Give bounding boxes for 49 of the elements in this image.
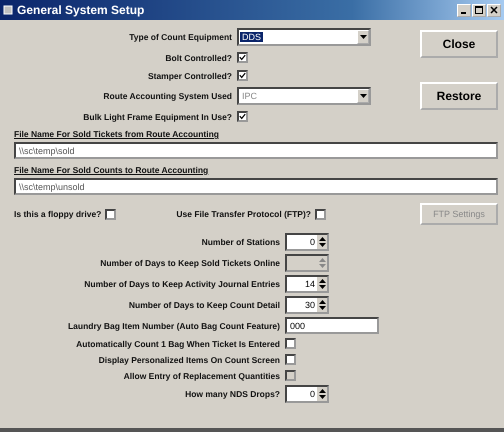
spin-arrows-icon xyxy=(318,387,326,401)
field-label: Allow Entry of Replacement Quantities xyxy=(122,370,280,380)
checkbox[interactable] xyxy=(105,208,116,220)
spin-box[interactable]: 0 xyxy=(285,385,329,403)
field-label: Use File Transfer Protocol (FTP)? xyxy=(176,209,311,219)
field-label: Display Personalized Items On Count Screen xyxy=(98,354,280,364)
window-title: General System Setup xyxy=(17,3,144,17)
field-label: Bolt Controlled? xyxy=(164,52,232,62)
spin-arrows-icon xyxy=(318,256,326,270)
checkbox[interactable] xyxy=(285,338,296,349)
dialog-button[interactable]: Restore xyxy=(420,82,498,110)
field-label: Laundry Bag Item Number (Auto Bag Count Feature) xyxy=(66,320,280,330)
field-label: Stamper Controlled? xyxy=(146,70,232,80)
maximize-button[interactable] xyxy=(472,4,486,16)
spin-arrows-icon xyxy=(318,277,326,291)
close-icon xyxy=(490,6,498,14)
spin-arrows-icon xyxy=(318,235,326,249)
field-label: How many NDS Drops? xyxy=(184,389,280,399)
checkbox[interactable] xyxy=(285,354,296,365)
spin-box[interactable]: 14 xyxy=(285,275,329,293)
file-name-field[interactable]: \\sc\temp\unsold xyxy=(14,178,498,195)
window-icon xyxy=(3,5,13,15)
checkbox[interactable] xyxy=(237,70,248,81)
field-label: Number of Days to Keep Count Detail xyxy=(128,300,280,310)
field-label: File Name For Sold Tickets from Route Accounting xyxy=(14,129,220,139)
field-label: Route Accounting System Used xyxy=(102,91,232,101)
field-label: Number of Days to Keep Sold Tickets Online xyxy=(99,258,280,268)
field-label: Number of Days to Keep Activity Journal Entries xyxy=(83,279,280,289)
field-label: Automatically Count 1 Bag When Ticket Is Entered xyxy=(75,338,280,348)
dropdown-arrow-icon xyxy=(360,35,366,39)
dropdown-arrow-icon xyxy=(360,94,366,98)
text-field[interactable]: 000 xyxy=(285,317,379,334)
checkbox[interactable] xyxy=(237,52,248,63)
close-button[interactable] xyxy=(487,4,501,16)
file-name-field[interactable]: \\sc\temp\sold xyxy=(14,142,498,159)
spin-arrows-icon xyxy=(318,298,326,312)
field-label: Number of Stations xyxy=(200,237,280,247)
dropdown[interactable]: DDS xyxy=(237,28,371,46)
field-label: Type of Count Equipment xyxy=(128,32,232,42)
field-label: Is this a floppy drive? xyxy=(14,209,102,219)
dialog-button[interactable]: Close xyxy=(420,30,498,58)
field-label: File Name For Sold Counts to Route Accounting xyxy=(14,165,210,175)
spin-box[interactable]: 0 xyxy=(285,233,329,251)
checkbox[interactable] xyxy=(237,111,248,122)
spin-box[interactable]: 30 xyxy=(285,296,329,314)
checkbox[interactable] xyxy=(315,208,326,220)
field-label: Bulk Light Frame Equipment In Use? xyxy=(82,112,232,122)
maximize-icon xyxy=(475,6,483,14)
minimize-button[interactable] xyxy=(457,4,471,16)
